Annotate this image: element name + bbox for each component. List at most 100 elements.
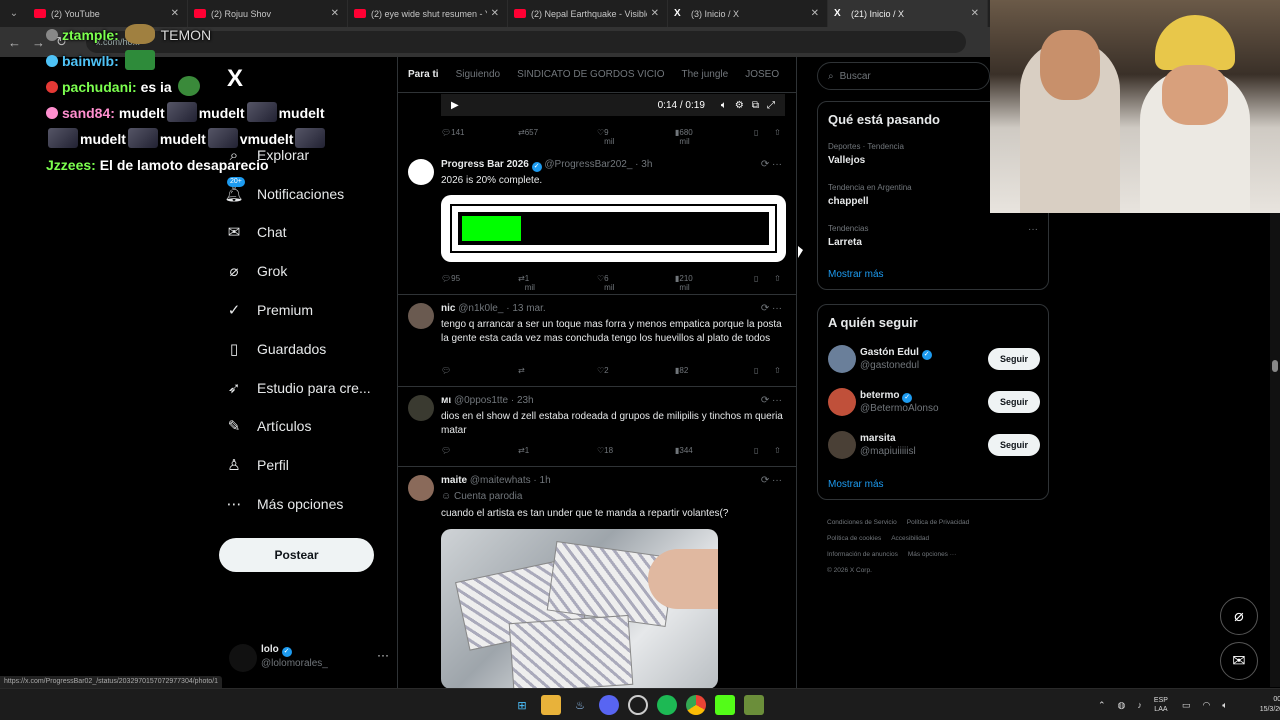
reply-button[interactable]: 💬︎ bbox=[441, 446, 451, 455]
bookmark-icon[interactable]: ▯ bbox=[754, 274, 758, 283]
messages-float-button[interactable]: ✉ bbox=[1220, 642, 1258, 680]
bookmark-icon[interactable]: ▯ bbox=[754, 366, 758, 375]
chevron-up-icon[interactable]: ⌃ bbox=[1098, 700, 1106, 711]
clock[interactable]: 00:2515/3/2026 bbox=[1260, 695, 1280, 715]
nav-premium[interactable]: ✓ Premium bbox=[225, 296, 313, 324]
tweet[interactable]: nic @n1k0le_ · 13 mar. ⟳ ··· tengo q arr… bbox=[398, 295, 796, 387]
tab-para-ti[interactable]: Para ti bbox=[408, 69, 439, 80]
scrollbar-thumb[interactable] bbox=[1272, 360, 1278, 372]
settings-icon[interactable]: ⚙ bbox=[735, 100, 744, 111]
grok-float-button[interactable]: ⌀ bbox=[1220, 597, 1258, 635]
volume-icon[interactable]: 🔈︎ bbox=[721, 100, 727, 111]
share-icon[interactable]: ⇧ bbox=[774, 446, 781, 455]
reply-button[interactable]: 💬︎ 141 bbox=[441, 128, 465, 137]
obs-icon[interactable] bbox=[628, 695, 648, 715]
views-stat[interactable]: ▮ 680 mil bbox=[675, 128, 693, 146]
follow-button[interactable]: Seguir bbox=[988, 348, 1040, 370]
windows-start-icon[interactable]: ⊞ bbox=[512, 695, 532, 715]
more-icon[interactable]: ··· bbox=[1028, 224, 1038, 235]
nav-articulos[interactable]: ✎ Artículos bbox=[225, 412, 312, 440]
trend-item[interactable]: Tendencias Larreta ··· bbox=[828, 224, 1038, 248]
follow-suggestion[interactable]: marsita @mapiuiiiiisl Seguir bbox=[828, 431, 1040, 461]
tweet-image[interactable] bbox=[441, 529, 718, 688]
like-button[interactable]: ♡ 18 bbox=[597, 446, 613, 455]
nav-guardados[interactable]: ▯ Guardados bbox=[225, 335, 326, 363]
close-icon[interactable]: ✕ bbox=[811, 8, 819, 19]
discord-icon[interactable] bbox=[599, 695, 619, 715]
reply-button[interactable]: 💬︎ bbox=[441, 366, 451, 375]
views-stat[interactable]: ▮ 210 mil bbox=[675, 274, 693, 292]
like-button[interactable]: ♡ 2 bbox=[597, 366, 609, 375]
follow-suggestion[interactable]: betermo ✓ @BetermoAlonso Seguir bbox=[828, 388, 1040, 418]
show-more-link[interactable]: Mostrar más bbox=[828, 269, 884, 280]
account-switcher[interactable]: lolo ✓ @lolomorales_ ··· bbox=[229, 642, 389, 682]
browser-tab-4[interactable]: (2) Nepal Earthquake - Visible ✕ bbox=[508, 0, 668, 27]
nav-mas-opciones[interactable]: ⋯ Más opciones bbox=[225, 490, 344, 518]
search-box[interactable]: ⌕ bbox=[817, 62, 990, 90]
browser-tab-5[interactable]: X (3) Inicio / X ✕ bbox=[668, 0, 828, 27]
reply-button[interactable]: 💬︎ 95 bbox=[441, 274, 460, 283]
tweet[interactable]: maite @maitewhats · 1h ⟳ ··· ☺ Cuenta pa… bbox=[398, 467, 796, 688]
share-icon[interactable]: ⇧ bbox=[774, 274, 781, 283]
post-button[interactable]: Postear bbox=[219, 538, 374, 572]
spotify-icon[interactable] bbox=[657, 695, 677, 715]
minecraft-icon[interactable] bbox=[744, 695, 764, 715]
follow-button[interactable]: Seguir bbox=[988, 391, 1040, 413]
network-icon[interactable]: ◍ bbox=[1118, 700, 1126, 711]
repost-button[interactable]: ⇄ 657 bbox=[518, 128, 538, 137]
views-stat[interactable]: ▮ 82 bbox=[675, 366, 688, 375]
bookmark-icon[interactable]: ▯ bbox=[754, 446, 758, 455]
steam-icon[interactable]: ♨ bbox=[570, 695, 590, 715]
nav-estudio[interactable]: ➶ Estudio para cre... bbox=[225, 374, 371, 402]
microphone-icon[interactable]: ♪ bbox=[1137, 700, 1142, 710]
like-button[interactable]: ♡ 9 mil bbox=[597, 128, 614, 146]
search-input[interactable] bbox=[839, 70, 970, 82]
tab-sindicato[interactable]: SINDICATO DE GORDOS VICIO bbox=[517, 69, 664, 80]
footer-link[interactable]: Política de cookies bbox=[827, 535, 881, 542]
show-more-link[interactable]: Mostrar más bbox=[828, 479, 884, 490]
views-stat[interactable]: ▮ 344 bbox=[675, 446, 693, 455]
close-icon[interactable]: ✕ bbox=[491, 8, 499, 19]
tab-the-jungle[interactable]: The jungle bbox=[682, 69, 729, 80]
play-icon[interactable]: ▶ bbox=[451, 100, 459, 111]
follow-suggestion[interactable]: Gastón Edul ✓ @gastonedul Seguir bbox=[828, 345, 1040, 375]
tweet[interactable]: Progress Bar 2026 ✓ @ProgressBar202_ · 3… bbox=[398, 149, 796, 295]
bookmark-icon[interactable]: ▯ bbox=[754, 128, 758, 137]
follow-button[interactable]: Seguir bbox=[988, 434, 1040, 456]
progress-bar-image[interactable] bbox=[441, 195, 786, 262]
more-icon[interactable]: ··· bbox=[377, 648, 389, 662]
fullscreen-icon[interactable]: ⤢ bbox=[767, 100, 775, 111]
tab-joseo[interactable]: JOSEO bbox=[745, 69, 779, 80]
more-icon[interactable]: ⟳ ··· bbox=[761, 395, 782, 406]
nav-perfil[interactable]: ♙ Perfil bbox=[225, 451, 289, 479]
repost-button[interactable]: ⇄ bbox=[518, 366, 525, 375]
file-explorer-icon[interactable] bbox=[541, 695, 561, 715]
share-icon[interactable]: ⇧ bbox=[774, 128, 781, 137]
like-button[interactable]: ♡ 6 mil bbox=[597, 274, 614, 292]
share-icon[interactable]: ⇧ bbox=[774, 366, 781, 375]
close-icon[interactable]: ✕ bbox=[651, 8, 659, 19]
nav-notificaciones[interactable]: 🔔︎ 20+ Notificaciones bbox=[224, 177, 344, 208]
footer-link[interactable]: Información de anuncios bbox=[827, 551, 898, 558]
more-icon[interactable]: ⟳ ··· bbox=[761, 303, 782, 314]
close-icon[interactable]: ✕ bbox=[331, 8, 339, 19]
footer-link[interactable]: Más opciones ··· bbox=[908, 551, 956, 558]
close-icon[interactable]: ✕ bbox=[171, 8, 179, 19]
tweet[interactable]: мι @0ppos1tte · 23h ⟳ ··· dios en el sho… bbox=[398, 387, 796, 467]
browser-tab-6[interactable]: X (21) Inicio / X ✕ bbox=[828, 0, 988, 27]
repost-button[interactable]: ⇄ 1 bbox=[518, 446, 529, 455]
close-icon[interactable]: ✕ bbox=[971, 8, 979, 19]
footer-link[interactable]: Condiciones de Servicio bbox=[827, 519, 897, 526]
repost-button[interactable]: ⇄ 1 mil bbox=[518, 274, 535, 292]
monitor-icon[interactable]: ▭ bbox=[1182, 700, 1191, 711]
chrome-icon[interactable] bbox=[686, 695, 706, 715]
pip-icon[interactable]: ⧉ bbox=[752, 100, 759, 111]
language-indicator[interactable]: ESP LAA bbox=[1154, 696, 1168, 714]
more-icon[interactable]: ⟳ ··· bbox=[761, 475, 782, 486]
footer-link[interactable]: Accesibilidad bbox=[891, 535, 929, 542]
kick-icon[interactable] bbox=[715, 695, 735, 715]
tab-search-icon[interactable]: ⌄ bbox=[0, 0, 28, 27]
volume-icon[interactable]: 🔈︎ bbox=[1222, 700, 1227, 711]
wifi-icon[interactable]: ◠ bbox=[1202, 700, 1210, 711]
nav-grok[interactable]: ⌀ Grok bbox=[225, 257, 287, 285]
